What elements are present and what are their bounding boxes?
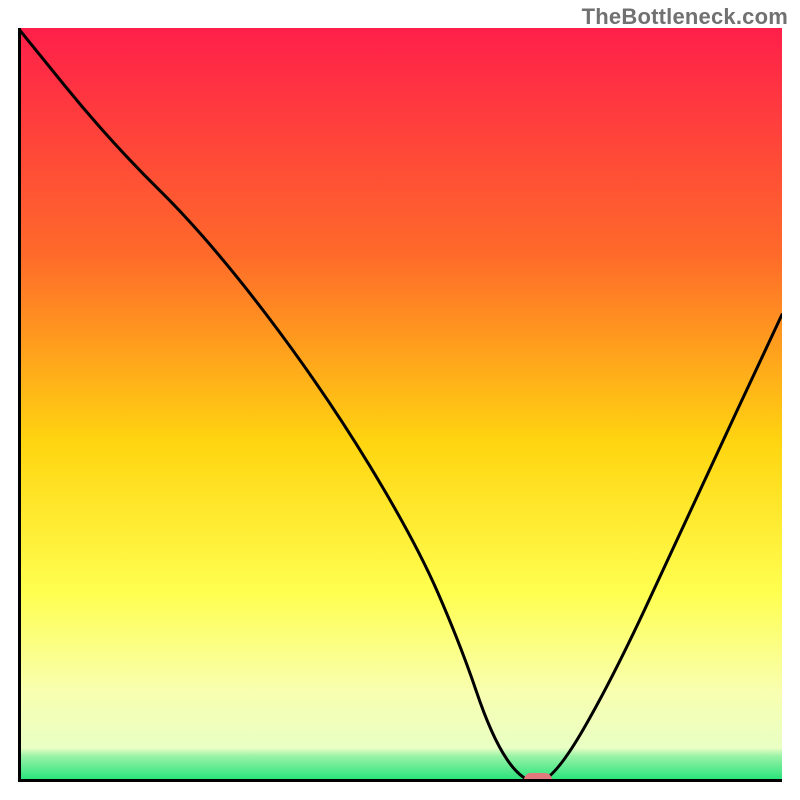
- watermark-text: TheBottleneck.com: [582, 4, 788, 30]
- bottleneck-curve: [18, 28, 782, 782]
- y-axis: [18, 28, 21, 782]
- plot-area: [18, 28, 782, 782]
- chart-container: TheBottleneck.com: [0, 0, 800, 800]
- x-axis: [18, 779, 782, 782]
